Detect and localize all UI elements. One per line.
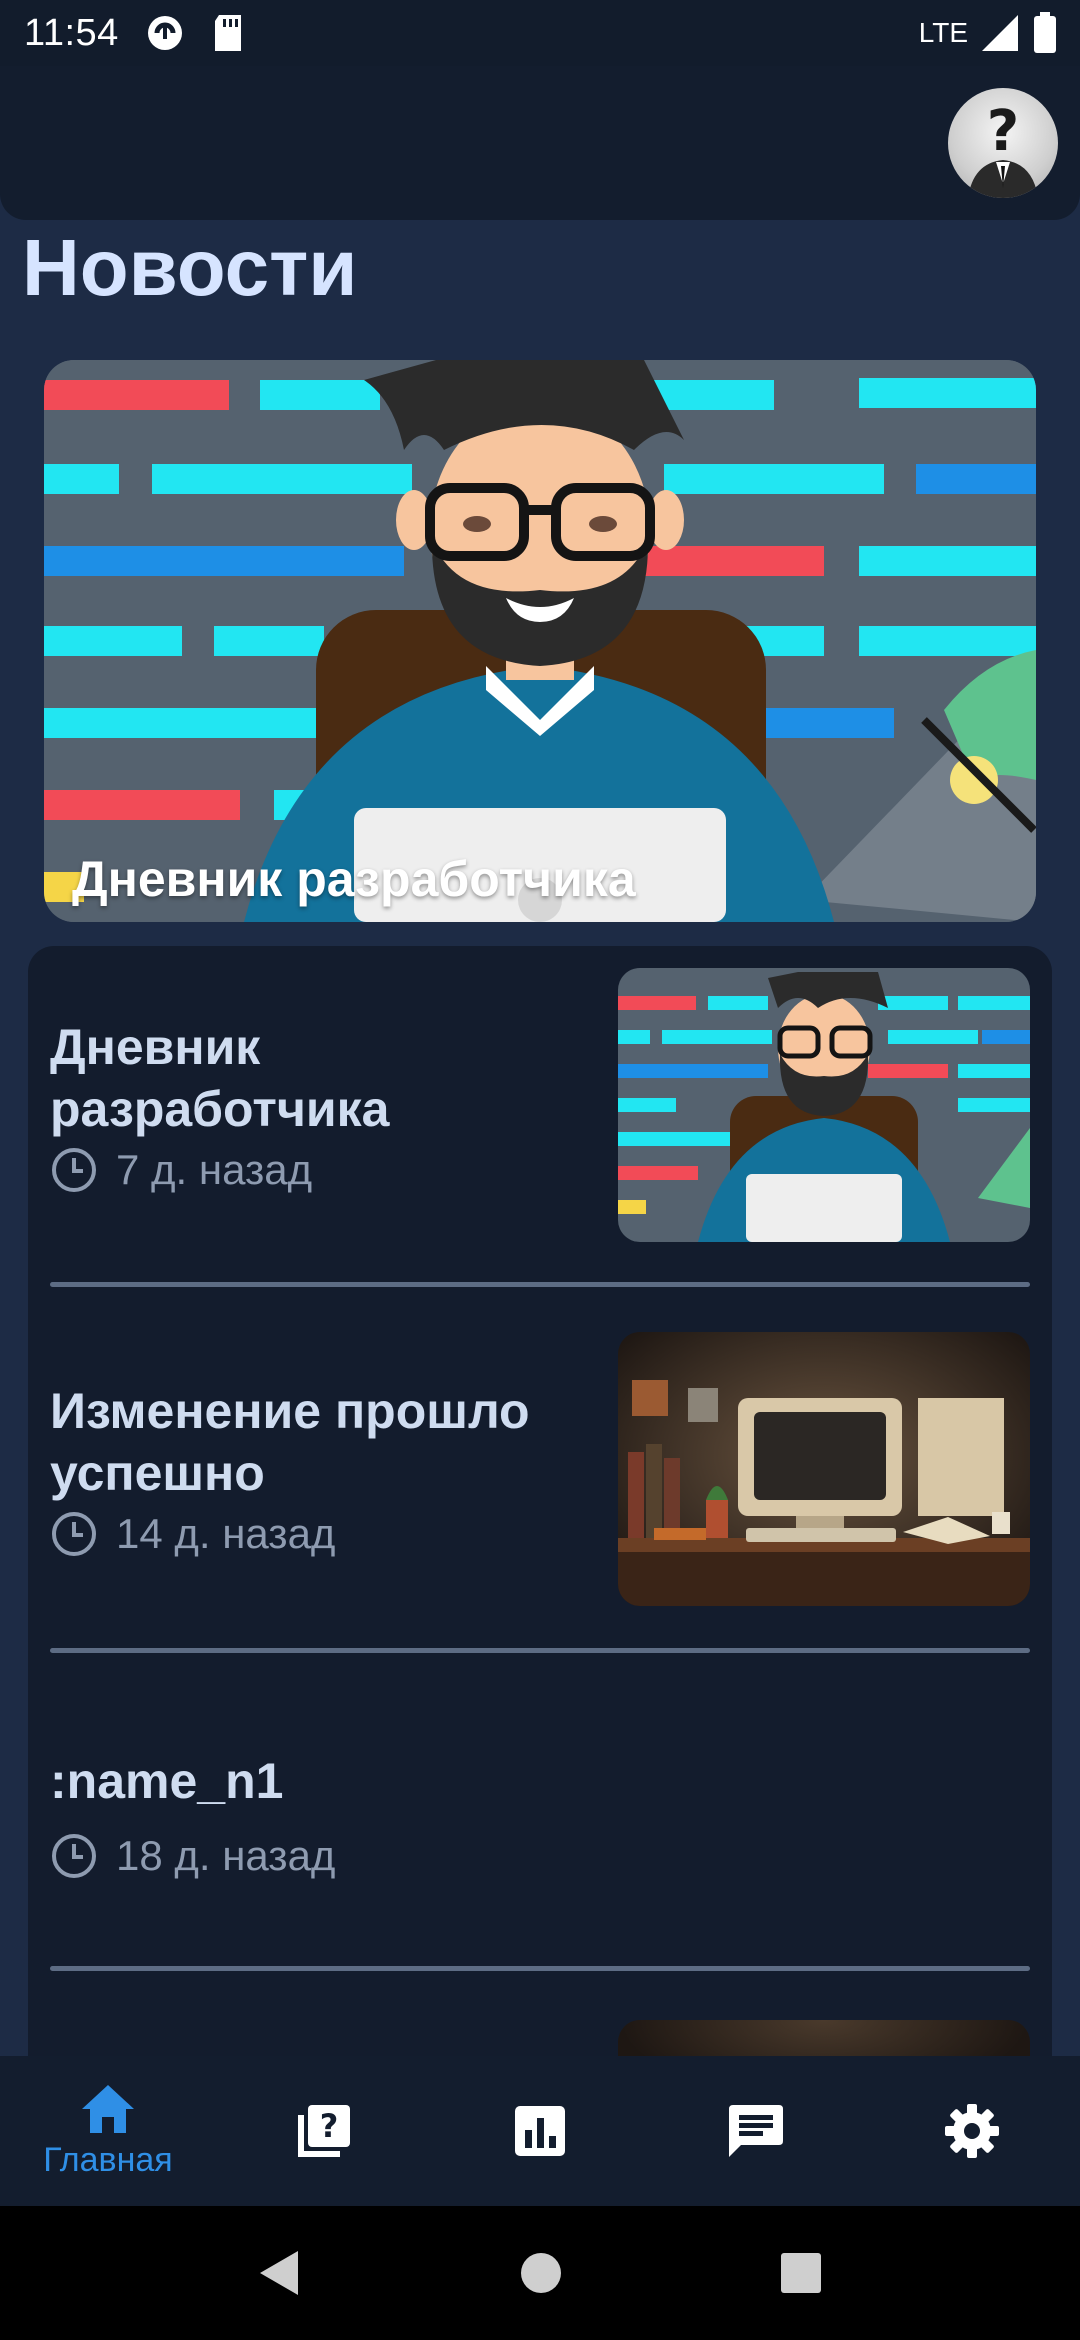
list-item[interactable]: Изменение прошло успешно 14 д. назад bbox=[28, 1294, 1052, 1660]
news-thumbnail bbox=[618, 1332, 1030, 1606]
bottom-navigation: Главная ? bbox=[0, 2056, 1080, 2206]
clock-icon bbox=[52, 1512, 96, 1556]
nav-quiz[interactable]: ? bbox=[216, 2056, 432, 2206]
system-navigation-bar bbox=[0, 2206, 1080, 2340]
news-list: Дневник разработчика 7 д. назад Изменени… bbox=[28, 946, 1052, 2056]
list-item[interactable]: Дневник разработчика 7 д. назад bbox=[28, 946, 1052, 1294]
top-app-bar: ? bbox=[0, 66, 1080, 220]
status-time: 11:54 bbox=[24, 11, 119, 54]
recents-icon[interactable] bbox=[780, 2252, 822, 2294]
network-type: LTE bbox=[918, 17, 968, 48]
divider bbox=[50, 1648, 1030, 1653]
news-meta: 18 д. назад bbox=[50, 1832, 335, 1880]
page-title: Новости bbox=[22, 223, 358, 312]
pocket-icon bbox=[147, 16, 182, 50]
news-time: 18 д. назад bbox=[116, 1832, 336, 1879]
featured-news-card[interactable]: Дневник разработчика bbox=[44, 360, 1036, 922]
news-title: Дневник разработчика bbox=[50, 1019, 390, 1137]
nav-chat[interactable] bbox=[648, 2056, 864, 2206]
battery-icon bbox=[1034, 12, 1056, 53]
divider bbox=[50, 1966, 1030, 1971]
featured-news-title: Дневник разработчика bbox=[72, 851, 636, 907]
news-title: Изменение прошло успешно bbox=[50, 1383, 530, 1501]
developer-illustration bbox=[44, 360, 1036, 922]
news-meta: 14 д. назад bbox=[50, 1510, 335, 1558]
nav-stats[interactable] bbox=[432, 2056, 648, 2206]
avatar-question-icon: ? bbox=[968, 99, 1038, 198]
news-thumbnail bbox=[618, 2020, 1030, 2056]
list-item[interactable] bbox=[28, 1980, 1052, 2056]
developer-thumbnail-image bbox=[618, 968, 1030, 1242]
nav-settings[interactable] bbox=[864, 2056, 1080, 2206]
divider bbox=[50, 1282, 1030, 1287]
clock-icon bbox=[52, 1834, 96, 1878]
avatar[interactable]: ? bbox=[948, 88, 1058, 198]
nav-home[interactable]: Главная bbox=[0, 2056, 216, 2206]
quiz-icon: ? bbox=[298, 2105, 350, 2157]
stats-icon bbox=[515, 2106, 565, 2156]
chat-icon bbox=[729, 2105, 783, 2157]
retro-desk-thumbnail-image bbox=[618, 1332, 1030, 1606]
home-icon bbox=[82, 2084, 134, 2133]
list-item[interactable]: :name_n1 18 д. назад bbox=[28, 1660, 1052, 1980]
sd-card-icon bbox=[214, 15, 241, 51]
home-circle-icon[interactable] bbox=[519, 2251, 563, 2295]
svg-text:?: ? bbox=[987, 99, 1019, 164]
news-meta: 7 д. назад bbox=[50, 1146, 312, 1194]
news-thumbnail bbox=[618, 968, 1030, 1242]
news-time: 14 д. назад bbox=[116, 1510, 336, 1557]
back-icon[interactable] bbox=[258, 2249, 302, 2297]
signal-icon bbox=[982, 15, 1018, 51]
news-time: 7 д. назад bbox=[116, 1146, 313, 1193]
svg-text:?: ? bbox=[320, 2107, 339, 2145]
news-title: :name_n1 bbox=[50, 1753, 284, 1809]
nav-home-label: Главная bbox=[43, 2140, 173, 2179]
clock-icon bbox=[52, 1148, 96, 1192]
status-bar: 11:54 LTE bbox=[0, 0, 1080, 66]
settings-icon bbox=[945, 2104, 999, 2158]
